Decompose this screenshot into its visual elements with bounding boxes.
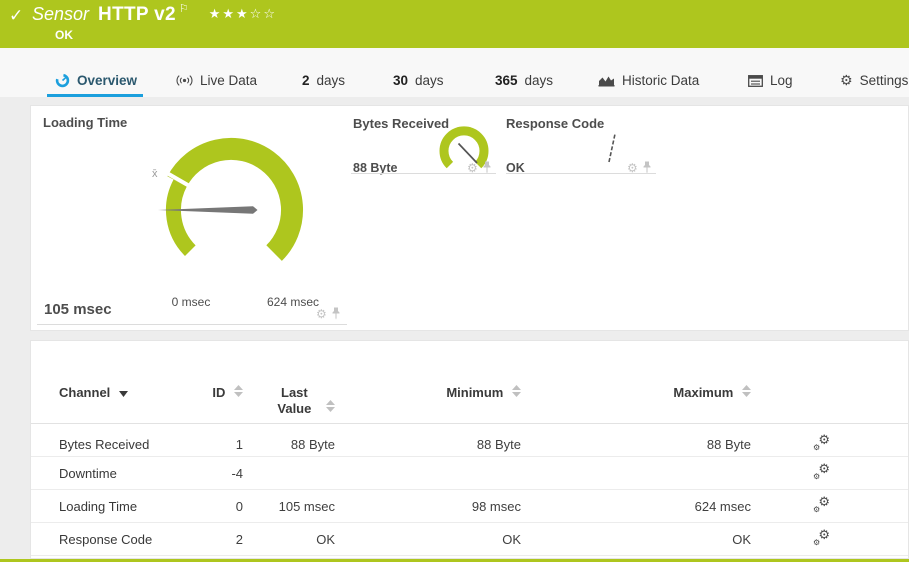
tab-label: Overview — [77, 73, 137, 88]
flag-icon[interactable]: ⚐ — [179, 2, 189, 15]
channel-last-value — [243, 457, 335, 490]
channel-maximum — [521, 457, 751, 490]
table-header-row: Channel ID Last Value — [31, 341, 908, 424]
channel-maximum: OK — [521, 523, 751, 556]
channel-settings-icon[interactable]: ⚙⚙ — [813, 464, 830, 479]
column-header-actions — [751, 341, 908, 424]
sensor-title-row: Sensor HTTP v2 ⚐ ★★★☆☆ — [32, 4, 277, 26]
gear-icon[interactable]: ⚙ — [467, 163, 478, 173]
sensor-header: ✓ Sensor HTTP v2 ⚐ ★★★☆☆ OK — [0, 0, 909, 48]
gauge-action-icons: ⚙ — [316, 307, 341, 320]
gauges-panel: Loading Time x̄ 0 msec 624 msec 105 msec… — [30, 105, 909, 331]
channel-id: 1 — [191, 424, 243, 457]
tab-number: 365 — [495, 73, 518, 88]
tab-label: days — [525, 73, 554, 88]
priority-stars[interactable]: ★★★☆☆ — [209, 6, 277, 22]
tab-label: days — [415, 73, 444, 88]
tab-overview[interactable]: Overview — [55, 64, 137, 97]
channel-settings-icon[interactable]: ⚙⚙ — [813, 435, 830, 450]
column-header-minimum[interactable]: Minimum — [335, 341, 521, 424]
divider — [37, 324, 347, 325]
gear-icon[interactable]: ⚙ — [627, 163, 638, 173]
channel-last-value: OK — [243, 523, 335, 556]
tab-settings[interactable]: ⚙ Settings — [840, 64, 908, 97]
channel-maximum: 88 Byte — [521, 424, 751, 457]
tab-365-days[interactable]: 365 days — [495, 64, 553, 97]
live-broadcast-icon — [176, 74, 193, 87]
pin-icon[interactable] — [331, 307, 341, 320]
prtg-sensor-page: ✓ Sensor HTTP v2 ⚐ ★★★☆☆ OK Overview Liv… — [0, 0, 909, 562]
tab-label: Live Data — [200, 73, 257, 88]
column-header-last-value[interactable]: Last Value — [243, 341, 335, 424]
tab-2-days[interactable]: 2 days — [302, 64, 345, 97]
channels-table: Channel ID Last Value — [31, 341, 908, 556]
tab-label: Historic Data — [622, 73, 699, 88]
channel-minimum: 88 Byte — [335, 424, 521, 457]
tab-log[interactable]: Log — [748, 64, 793, 97]
channel-id: 0 — [191, 490, 243, 523]
status-badge: OK — [55, 28, 73, 42]
table-row: Loading Time 0 105 msec 98 msec 624 msec… — [31, 490, 908, 523]
channel-minimum: 98 msec — [335, 490, 521, 523]
channel-settings-icon[interactable]: ⚙⚙ — [813, 530, 830, 545]
channel-minimum: OK — [335, 523, 521, 556]
log-list-icon — [748, 75, 763, 87]
sort-icon — [326, 400, 335, 416]
channel-name: Bytes Received — [31, 424, 191, 457]
tab-historic-data[interactable]: Historic Data — [598, 64, 699, 97]
channel-last-value: 88 Byte — [243, 424, 335, 457]
channels-panel: Channel ID Last Value — [30, 340, 909, 559]
divider — [351, 173, 496, 174]
divider — [506, 173, 656, 174]
column-header-maximum[interactable]: Maximum — [521, 341, 751, 424]
tab-30-days[interactable]: 30 days — [393, 64, 444, 97]
sort-desc-icon — [119, 385, 128, 401]
page-title: HTTP v2 — [98, 4, 176, 26]
gauge-icon — [55, 73, 70, 88]
tab-label: Log — [770, 73, 793, 88]
sort-icon — [512, 385, 521, 401]
sort-icon — [742, 385, 751, 401]
channel-maximum: 624 msec — [521, 490, 751, 523]
sort-icon — [234, 385, 243, 401]
channel-name: Loading Time — [31, 490, 191, 523]
average-marker: x̄ — [152, 168, 158, 180]
tab-bar: Overview Live Data 2 days 30 days 365 da… — [0, 48, 909, 97]
table-row: Bytes Received 1 88 Byte 88 Byte 88 Byte… — [31, 424, 908, 457]
gauge-title-loading-time: Loading Time — [43, 115, 127, 130]
loading-time-value: 105 msec — [44, 301, 112, 318]
channel-last-value: 105 msec — [243, 490, 335, 523]
channel-id: 2 — [191, 523, 243, 556]
gauge-needle — [609, 134, 615, 162]
loading-time-gauge — [149, 126, 329, 286]
channel-name: Downtime — [31, 457, 191, 490]
gear-icon: ⚙ — [840, 72, 853, 89]
area-chart-icon — [598, 74, 615, 87]
channel-name: Response Code — [31, 523, 191, 556]
channel-minimum — [335, 457, 521, 490]
tab-label: days — [317, 73, 346, 88]
tab-label: Settings — [860, 73, 909, 88]
gauge-title-response-code: Response Code — [506, 116, 604, 131]
column-header-channel[interactable]: Channel — [31, 341, 191, 424]
gauge-title-bytes-received: Bytes Received — [353, 116, 449, 131]
table-row: Downtime -4 ⚙⚙ — [31, 457, 908, 490]
sensor-kind-label: Sensor — [32, 4, 89, 25]
tab-live-data[interactable]: Live Data — [176, 64, 257, 97]
tab-number: 2 — [302, 73, 310, 88]
gauge-scale-min: 0 msec — [163, 295, 219, 309]
status-check-icon: ✓ — [9, 6, 23, 26]
gear-icon[interactable]: ⚙ — [316, 309, 327, 319]
tab-number: 30 — [393, 73, 408, 88]
channel-settings-icon[interactable]: ⚙⚙ — [813, 497, 830, 512]
channel-id: -4 — [191, 457, 243, 490]
table-row: Response Code 2 OK OK OK ⚙⚙ — [31, 523, 908, 556]
column-header-id[interactable]: ID — [191, 341, 243, 424]
